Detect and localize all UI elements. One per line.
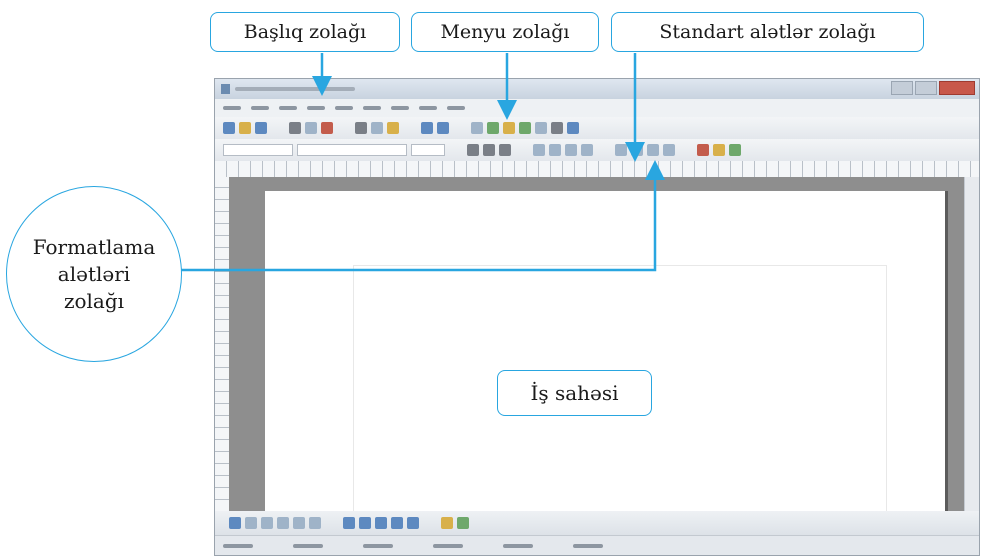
formatting-label-line-1: Formatlama (32, 234, 156, 259)
standard-toolbar-label: Standart alətlər zolağı (611, 12, 924, 52)
formatting-toolbar-label: Formatlama alətləri zolağı (6, 186, 182, 362)
menu-bar-label: Menyu zolağı (411, 12, 599, 52)
formatting-toolbar-arrow (176, 160, 665, 272)
formatting-label-line-2: alətləri (57, 261, 131, 286)
title-bar-label: Başlıq zolağı (210, 12, 400, 52)
work-area-label: İş sahəsi (497, 370, 652, 416)
formatting-label-line-3: zolağı (63, 288, 125, 313)
